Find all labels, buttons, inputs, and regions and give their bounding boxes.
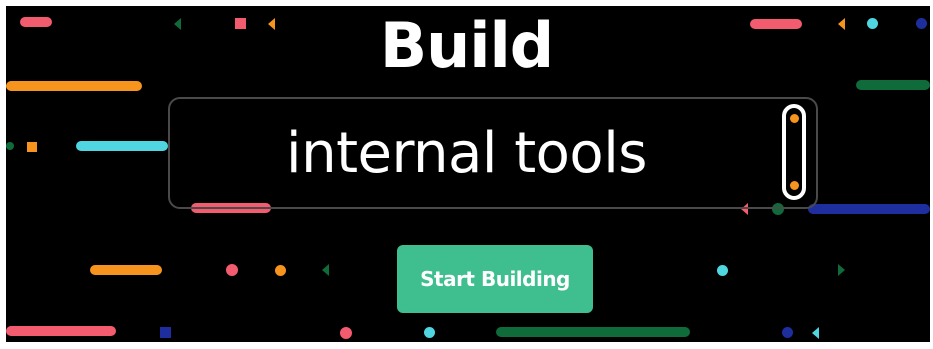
hero-title: Build xyxy=(379,9,554,82)
confetti-triangle xyxy=(322,264,329,276)
cursor-handle-top xyxy=(790,114,799,123)
confetti-dot xyxy=(782,327,793,338)
confetti-pill xyxy=(808,204,930,214)
confetti-dot xyxy=(717,265,728,276)
confetti-triangle xyxy=(838,264,845,276)
text-cursor-icon xyxy=(782,104,806,200)
confetti-square xyxy=(160,327,171,338)
confetti-dot xyxy=(424,327,435,338)
confetti-dot xyxy=(340,327,352,339)
confetti-pill xyxy=(6,326,116,336)
cursor-handle-bottom xyxy=(790,181,799,190)
confetti-pill xyxy=(496,327,690,337)
confetti-pill xyxy=(90,265,162,275)
confetti-dot xyxy=(275,265,286,276)
confetti-dot xyxy=(226,264,238,276)
start-building-button[interactable]: Start Building xyxy=(397,245,593,313)
confetti-triangle xyxy=(812,327,819,339)
